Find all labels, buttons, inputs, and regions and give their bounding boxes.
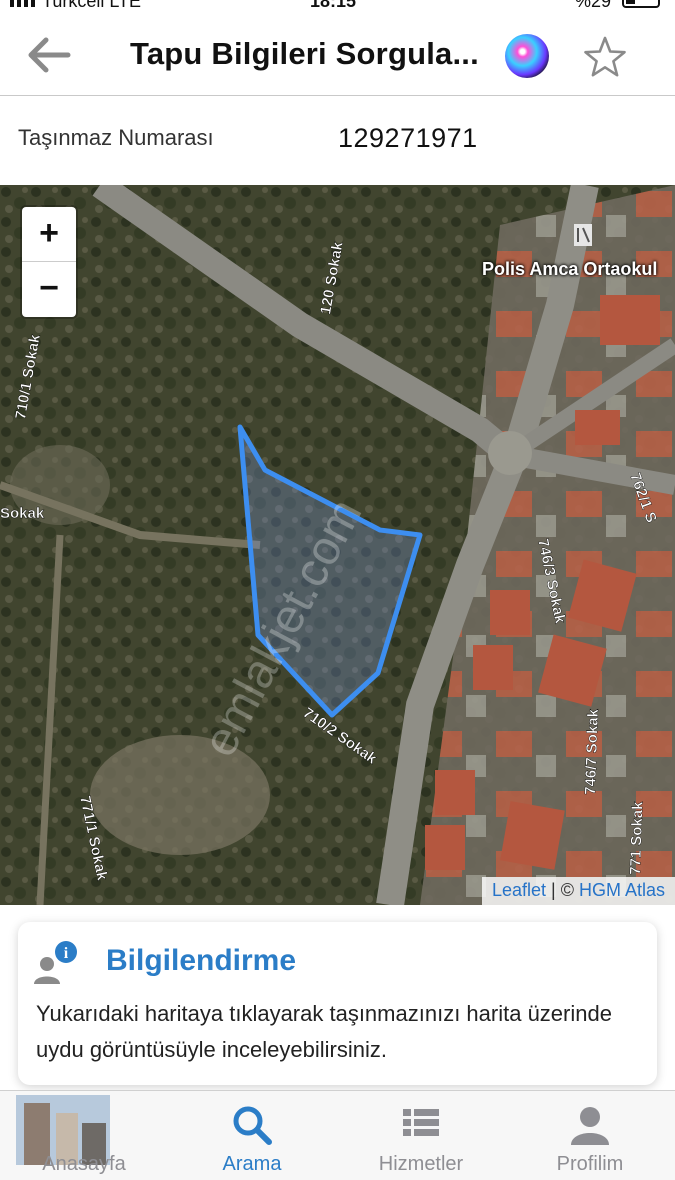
tab-profile[interactable]: Profilim (506, 1091, 674, 1180)
zoom-in-button[interactable]: + (22, 207, 76, 262)
leaflet-link[interactable]: Leaflet (492, 880, 546, 900)
star-icon[interactable] (582, 34, 628, 80)
tab-label: Anasayfa (42, 1153, 126, 1175)
info-card: i Bilgilendirme Yukarıdaki haritaya tıkl… (18, 922, 657, 1085)
map-attribution: Leaflet | © HGM Atlas (481, 877, 675, 905)
parcel-number-label: Taşınmaz Numarası (18, 125, 214, 150)
street-label: Sokak (0, 505, 45, 522)
info-card-body: Yukarıdaki haritaya tıklayarak taşınmazı… (36, 1001, 612, 1062)
zoom-control: + − (22, 207, 76, 317)
school-icon[interactable] (572, 220, 594, 248)
list-icon (403, 1109, 439, 1136)
tab-bar: Anasayfa Arama Hizmetler Profilim (0, 1090, 675, 1180)
poi-label: Polis Amca Ortaokul (482, 259, 658, 279)
tab-label: Profilim (556, 1153, 624, 1175)
info-card-title: Bilgilendirme (106, 944, 297, 977)
battery-icon (622, 0, 660, 8)
tab-services[interactable]: Hizmetler (337, 1091, 505, 1180)
svg-text:i: i (64, 945, 69, 962)
signal-icon (10, 0, 36, 8)
zoom-out-button[interactable]: − (22, 262, 76, 316)
tab-label: Arama (222, 1153, 282, 1175)
clock: 18:15 (310, 0, 357, 11)
hgm-atlas-link[interactable]: HGM Atlas (579, 880, 665, 900)
street-label: 771 Sokak (627, 801, 647, 876)
status-bar: Turkcell LTE 18:15 %29 (0, 0, 675, 14)
search-icon (233, 1106, 272, 1145)
tab-home[interactable]: Anasayfa (0, 1091, 168, 1180)
tab-search[interactable]: Arama (168, 1091, 336, 1180)
back-arrow-icon[interactable] (22, 32, 74, 78)
parcel-number-value: 129271971 (338, 123, 478, 153)
navigation-bar: Tapu Bilgileri Sorgula... (0, 14, 675, 96)
battery-percent: %29 (575, 0, 612, 11)
siri-icon[interactable] (505, 34, 549, 78)
satellite-map[interactable]: 120 Sokak 710/1 Sokak Sokak 710/2 Sokak … (0, 185, 675, 905)
carrier: Turkcell LTE (10, 0, 141, 10)
page-title: Tapu Bilgileri Sorgula... (130, 36, 479, 71)
street-label: 746/7 Sokak (582, 708, 602, 795)
satellite-imagery: 120 Sokak 710/1 Sokak Sokak 710/2 Sokak … (0, 185, 675, 905)
person-icon (571, 1107, 609, 1145)
parcel-number-row: Taşınmaz Numarası 129271971 (0, 97, 675, 185)
attribution-separator: | © (546, 880, 579, 900)
user-info-icon: i (34, 941, 77, 984)
tab-label: Hizmetler (378, 1153, 464, 1175)
